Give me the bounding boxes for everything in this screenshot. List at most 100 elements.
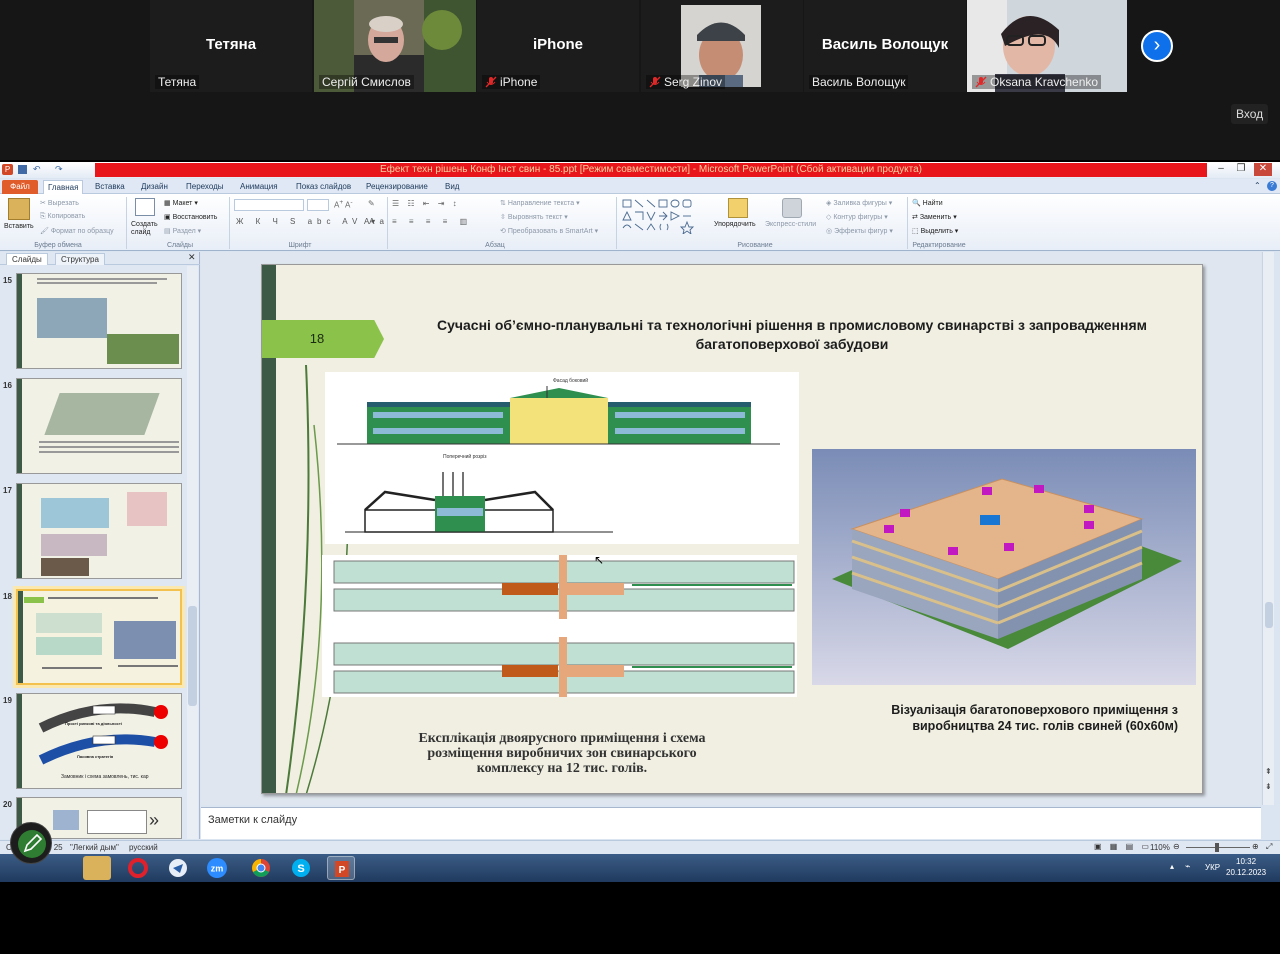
align-buttons[interactable]: ≡ ≡ ≡ ≡ ▥ [392, 217, 472, 226]
tab-file[interactable]: Файл [2, 180, 38, 194]
slide-thumbnail-16[interactable] [16, 378, 182, 474]
tab-view[interactable]: Вид [441, 180, 463, 194]
tab-design[interactable]: Дизайн [137, 180, 172, 194]
telegram-icon[interactable] [164, 856, 192, 880]
slide-thumbnail-15[interactable] [16, 273, 182, 369]
current-slide[interactable]: 18 Сучасні об’ємно-планувальні та технол… [261, 264, 1203, 794]
layout-button[interactable]: ▦ Макет ▾ [164, 199, 198, 207]
tab-transitions[interactable]: Переходы [182, 180, 228, 194]
fit-slide-icon[interactable]: ⤢ [1266, 842, 1272, 852]
reset-button[interactable]: ▣ Восстановить [164, 213, 217, 221]
minimize-button[interactable]: – [1212, 163, 1230, 176]
slide-thumbnail-19[interactable]: Прості ринкові та діяльності Пасивна стр… [16, 693, 182, 789]
zoom-level[interactable]: 110% [1150, 843, 1170, 852]
tab-insert[interactable]: Вставка [91, 180, 129, 194]
section-button[interactable]: ▤ Раздел ▾ [164, 227, 201, 235]
opera-icon[interactable] [124, 856, 152, 880]
participant-tile-serhii[interactable]: Сергій Смислов [314, 0, 476, 92]
participant-name-label: Сергій Смислов [319, 75, 414, 89]
editor-scrollbar[interactable]: ⇞ ⇟ [1262, 252, 1274, 805]
redo-icon[interactable]: ↷ [55, 164, 63, 175]
new-slide-icon[interactable] [135, 198, 155, 216]
shape-fill-button[interactable]: ◈ Заливка фигуры ▾ [826, 199, 892, 207]
zoom-in-icon[interactable]: ⊕ [1252, 842, 1259, 851]
participant-tile-vasyl[interactable]: Василь Волощук Василь Волощук [804, 0, 966, 92]
font-name-select[interactable] [234, 199, 304, 211]
paste-icon[interactable] [8, 198, 30, 220]
tab-review[interactable]: Рецензирование [362, 180, 432, 194]
cut-button[interactable]: ✂ Вырезать [40, 199, 79, 207]
scrollbar-thumb[interactable] [1265, 602, 1273, 628]
text-direction-button[interactable]: ⇅ Направление текста ▾ [500, 199, 580, 207]
align-text-button[interactable]: ⇳ Выровнять текст ▾ [500, 213, 568, 221]
chrome-icon[interactable] [247, 856, 275, 880]
next-slide-icon[interactable]: ⇟ [1265, 782, 1272, 791]
enter-label: Вход [1231, 104, 1269, 124]
zoom-slider-handle[interactable] [1215, 843, 1219, 852]
thumbnail-image [36, 637, 102, 655]
participant-tile-tetiana[interactable]: Тетяна Тетяна [150, 0, 312, 92]
list-buttons[interactable]: ☰ ☷ ⇤ ⇥ ↕ [392, 199, 460, 208]
thumbnail-text [42, 667, 102, 669]
taskbar-clock[interactable]: 10:32 20.12.2023 [1226, 856, 1266, 878]
shapes-gallery[interactable] [621, 198, 709, 234]
save-icon[interactable] [18, 165, 27, 174]
smartart-button[interactable]: ⟲ Преобразовать в SmartArt ▾ [500, 227, 598, 235]
skype-icon[interactable]: S [287, 856, 315, 880]
participant-tile-iphone[interactable]: iPhone iPhone [477, 0, 639, 92]
plan-caption: Експлікація двоярусного приміщення і схе… [418, 731, 706, 776]
format-painter-button[interactable]: 🖌 Формат по образцу [40, 227, 114, 235]
zoom-app-icon[interactable]: zm [203, 856, 231, 880]
explorer-icon[interactable] [83, 856, 111, 880]
font-color-button[interactable]: A ▾ [364, 217, 375, 226]
new-slide-button[interactable]: Создать слайд [131, 221, 161, 237]
status-language[interactable]: русский [129, 843, 158, 852]
tab-slides[interactable]: Слайды [6, 253, 48, 265]
shape-outline-button[interactable]: ◇ Контур фигуры ▾ [826, 213, 888, 221]
quick-styles-icon[interactable] [782, 198, 802, 218]
gallery-next-page-button[interactable]: › [1141, 30, 1173, 62]
restore-button[interactable]: ❐ [1232, 163, 1250, 176]
select-button[interactable]: ⬚ Выделить ▾ [912, 227, 958, 235]
participant-tile-serg-zinov[interactable]: Serg Zinov [641, 0, 803, 92]
arrange-button[interactable]: Упорядочить [714, 221, 756, 228]
tray-arrow-icon[interactable]: ▴ [1170, 862, 1174, 871]
arrange-icon[interactable] [728, 198, 748, 218]
font-size-select[interactable] [307, 199, 329, 211]
tab-outline[interactable]: Структура [55, 253, 105, 265]
thumbnail-number: 15 [3, 276, 12, 285]
grow-font-button[interactable]: A+ A- [334, 199, 353, 210]
help-icon[interactable]: ? [1267, 181, 1277, 191]
clear-format-button[interactable]: ✎ [368, 199, 375, 208]
notes-pane[interactable]: Заметки к слайду [201, 807, 1261, 839]
keyboard-language[interactable]: УКР [1205, 863, 1220, 872]
tab-animation[interactable]: Анимация [236, 180, 282, 194]
find-button[interactable]: 🔍 Найти [912, 199, 943, 207]
copy-button[interactable]: ⎘ Копировать [40, 213, 85, 221]
slide-thumbnail-17[interactable] [16, 483, 182, 579]
zoom-gallery: Тетяна Тетяна Сергій Смислов iPhone iPho… [0, 0, 1280, 160]
tab-home[interactable]: Главная [43, 180, 84, 194]
participant-tile-oksana[interactable]: Oksana Kravchenko [967, 0, 1127, 92]
floor-plan-drawing [322, 555, 797, 697]
quick-styles-button[interactable]: Экспресс-стили [765, 221, 816, 228]
close-button[interactable]: ✕ [1254, 163, 1272, 176]
panel-scrollbar[interactable] [187, 266, 198, 839]
scrollbar-thumb[interactable] [188, 606, 197, 706]
participant-name-label: Тетяна [155, 75, 200, 89]
undo-icon[interactable]: ↶ [33, 164, 41, 175]
powerpoint-taskbar-icon[interactable]: P [327, 856, 355, 880]
close-panel-icon[interactable]: ✕ [188, 252, 196, 263]
view-buttons[interactable]: ▣ ▦ ▤ ▭ [1094, 842, 1152, 851]
network-icon[interactable]: ⌁ [1185, 861, 1190, 872]
collapse-ribbon-icon[interactable]: ⌃ [1254, 181, 1261, 190]
paste-button[interactable]: Вставить [4, 223, 34, 230]
replace-button[interactable]: ⇄ Заменить ▾ [912, 213, 957, 221]
zoom-out-icon[interactable]: ⊖ [1173, 842, 1180, 851]
thumbnail-text [39, 451, 179, 453]
shape-effects-button[interactable]: ◎ Эффекты фигур ▾ [826, 227, 893, 235]
annotate-button[interactable] [10, 822, 52, 864]
slide-thumbnail-18[interactable] [16, 589, 182, 685]
tab-slideshow[interactable]: Показ слайдов [292, 180, 355, 194]
previous-slide-icon[interactable]: ⇞ [1265, 767, 1272, 776]
